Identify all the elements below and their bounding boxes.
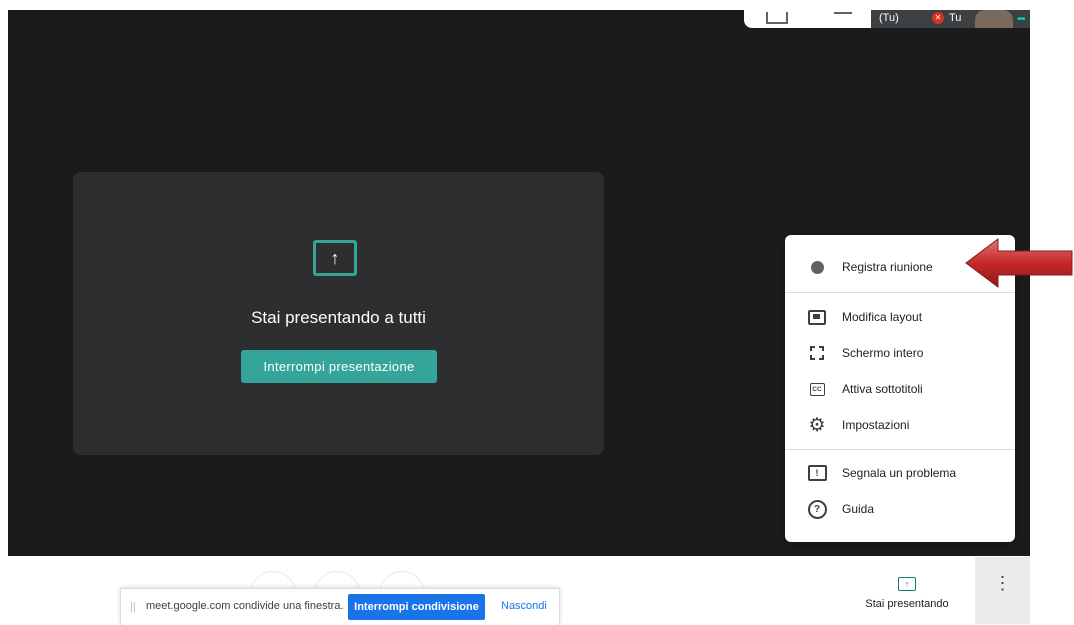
help-icon: ? xyxy=(806,498,828,520)
present-screen-icon: ↑ xyxy=(313,240,357,276)
self-view-thumbnails[interactable]: (Tu) ✕ Tu ••• xyxy=(871,10,1030,28)
presenting-button[interactable]: ↑ Stai presentando xyxy=(848,571,966,617)
record-icon xyxy=(806,256,828,278)
menu-item-settings[interactable]: ⚙ Impostazioni xyxy=(785,408,1015,442)
menu-item-captions[interactable]: CC Attiva sottotitoli xyxy=(785,372,1015,406)
menu-divider xyxy=(785,449,1015,450)
self-label-secondary: Tu xyxy=(949,12,962,24)
screen-share-notification: || meet.google.com condivide una finestr… xyxy=(120,588,560,625)
presentation-title: Stai presentando a tutti xyxy=(251,308,426,327)
menu-item-report-problem[interactable]: ! Segnala un problema xyxy=(785,456,1015,490)
layout-icon xyxy=(806,306,828,328)
feedback-icon: ! xyxy=(806,462,828,484)
avatar xyxy=(975,10,1013,28)
chat-icon[interactable] xyxy=(834,12,852,24)
more-vert-icon: ⋮ xyxy=(993,573,1012,593)
menu-item-label: Guida xyxy=(842,502,875,516)
menu-divider xyxy=(785,292,1015,293)
menu-item-label: Attiva sottotitoli xyxy=(842,382,923,396)
menu-item-label: Schermo intero xyxy=(842,346,924,360)
stop-sharing-button[interactable]: Interrompi condivisione xyxy=(348,594,485,620)
more-participants-icon[interactable]: ••• xyxy=(1017,14,1025,25)
presenting-label: Stai presentando xyxy=(865,598,949,610)
mic-muted-icon: ✕ xyxy=(932,12,944,24)
menu-item-layout[interactable]: Modifica layout xyxy=(785,300,1015,334)
menu-item-help[interactable]: ? Guida xyxy=(785,492,1015,526)
self-label: (Tu) xyxy=(879,12,899,24)
stop-presentation-button[interactable]: Interrompi presentazione xyxy=(241,350,437,383)
settings-icon: ⚙ xyxy=(808,414,826,436)
drag-handle[interactable]: || xyxy=(130,601,136,613)
participants-icon[interactable] xyxy=(766,12,788,24)
present-screen-icon: ↑ xyxy=(898,577,916,591)
more-options-button[interactable]: ⋮ xyxy=(975,557,1030,624)
menu-item-label: Impostazioni xyxy=(842,418,910,432)
captions-icon: CC xyxy=(806,378,828,400)
menu-item-label: Registra riunione xyxy=(842,260,933,274)
menu-item-label: Modifica layout xyxy=(842,310,923,324)
hide-link[interactable]: Nascondi xyxy=(501,600,547,612)
presentation-card: ↑ Stai presentando a tutti Interrompi pr… xyxy=(73,172,604,455)
fullscreen-icon xyxy=(806,342,828,364)
menu-item-fullscreen[interactable]: Schermo intero xyxy=(785,336,1015,370)
menu-item-label: Segnala un problema xyxy=(842,466,957,480)
highlight-arrow-icon xyxy=(965,238,1073,288)
share-message: meet.google.com condivide una finestra. xyxy=(146,600,344,612)
